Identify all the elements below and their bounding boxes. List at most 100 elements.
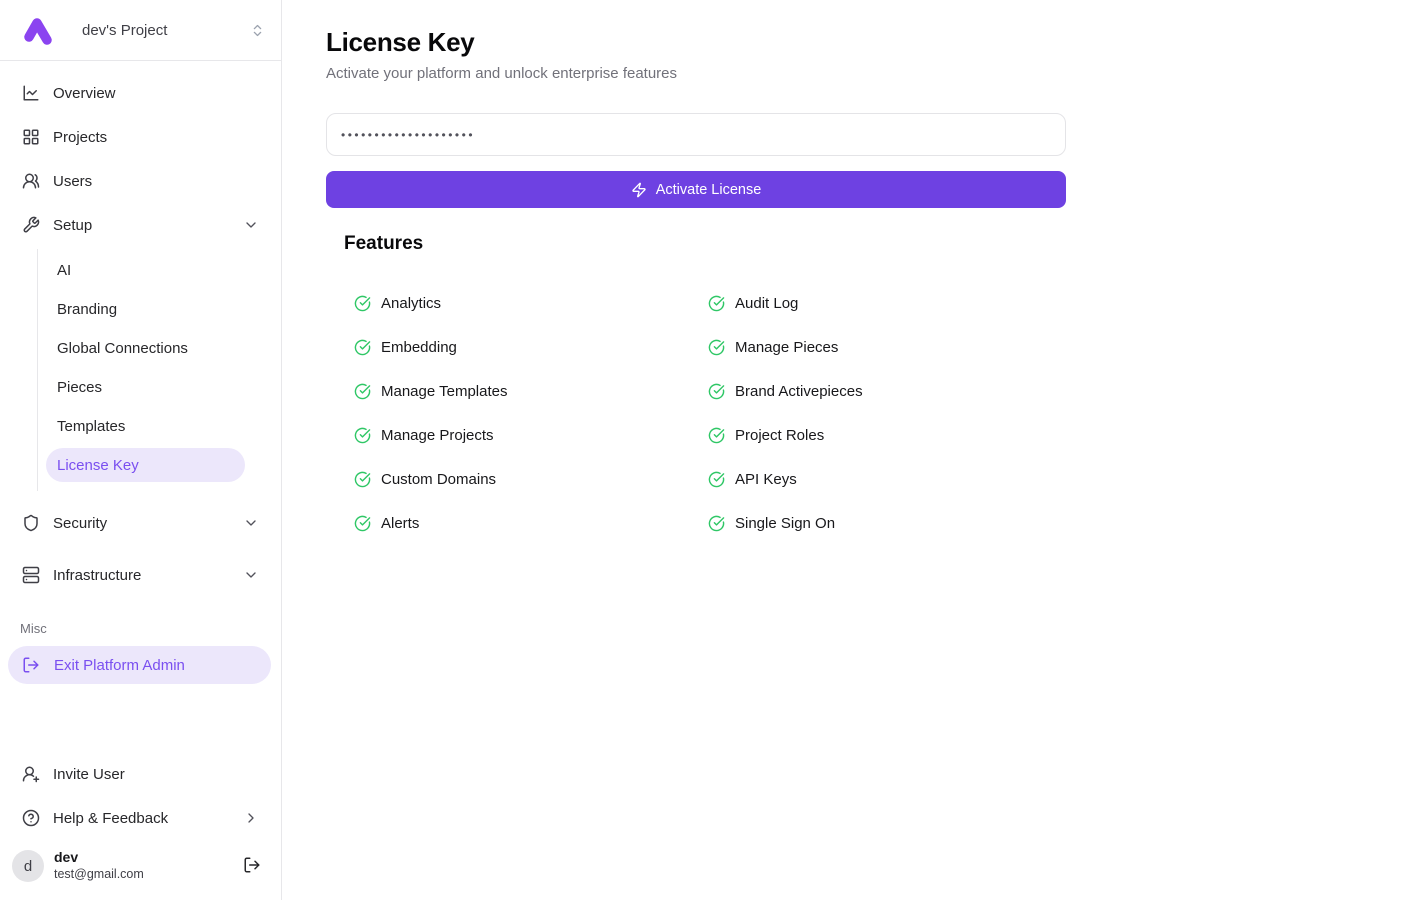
check-circle-icon	[708, 427, 725, 444]
invite-user-button[interactable]: Invite User	[10, 754, 271, 794]
user-name: dev	[54, 849, 229, 867]
activate-license-button[interactable]: Activate License	[326, 171, 1066, 208]
server-icon	[22, 566, 40, 584]
feature-label: Analytics	[381, 295, 441, 312]
features-grid: Analytics Audit Log Embedding Manage Pie…	[326, 281, 1066, 545]
users-icon	[22, 172, 40, 190]
sidebar-item-label: Projects	[53, 129, 107, 146]
feature-manage-projects: Manage Projects	[354, 413, 708, 457]
sub-item-label: Branding	[57, 301, 117, 318]
sidebar-item-security[interactable]: Security	[10, 503, 271, 543]
check-circle-icon	[354, 427, 371, 444]
feature-label: Single Sign On	[735, 515, 835, 532]
check-circle-icon	[708, 295, 725, 312]
invite-user-label: Invite User	[53, 766, 125, 783]
check-circle-icon	[354, 339, 371, 356]
feature-audit-log: Audit Log	[708, 281, 1066, 325]
misc-section-label: Misc	[20, 621, 281, 636]
feature-custom-domains: Custom Domains	[354, 457, 708, 501]
features-title: Features	[326, 233, 1066, 255]
feature-label: Manage Templates	[381, 383, 507, 400]
sub-item-label: AI	[57, 262, 71, 279]
check-circle-icon	[708, 471, 725, 488]
app-window: dev's Project Overview Projects Users Se…	[0, 0, 1420, 900]
project-name: dev's Project	[82, 22, 250, 39]
check-circle-icon	[354, 471, 371, 488]
user-email: test@gmail.com	[54, 867, 229, 883]
logout-button[interactable]	[239, 852, 265, 881]
feature-label: Manage Pieces	[735, 339, 838, 356]
zap-icon	[631, 182, 647, 198]
feature-embedding: Embedding	[354, 325, 708, 369]
sidebar-item-label: Setup	[53, 217, 92, 234]
chevron-right-icon	[243, 810, 259, 826]
check-circle-icon	[708, 515, 725, 532]
help-feedback-label: Help & Feedback	[53, 810, 168, 827]
sidebar-item-templates[interactable]: Templates	[38, 407, 261, 446]
feature-label: Manage Projects	[381, 427, 494, 444]
license-key-input[interactable]	[326, 113, 1066, 156]
sub-item-label: Pieces	[57, 379, 102, 396]
grid-icon	[22, 128, 40, 146]
wrench-icon	[22, 216, 40, 234]
sidebar-spacer	[0, 684, 281, 754]
sidebar-footer: Invite User Help & Feedback d dev test@g…	[0, 754, 281, 900]
activate-license-label: Activate License	[656, 182, 762, 198]
main-content: License Key Activate your platform and u…	[282, 0, 1420, 900]
chevron-down-icon	[243, 567, 259, 583]
feature-label: Alerts	[381, 515, 419, 532]
sidebar-item-users[interactable]: Users	[10, 161, 271, 201]
sub-item-label: Templates	[57, 418, 125, 435]
sidebar-nav: Overview Projects Users Setup AI Brandin…	[0, 61, 281, 599]
log-out-icon	[243, 856, 261, 874]
sidebar-item-global-connections[interactable]: Global Connections	[38, 329, 261, 368]
feature-label: Brand Activepieces	[735, 383, 863, 400]
page-subtitle: Activate your platform and unlock enterp…	[326, 65, 1420, 82]
check-circle-icon	[354, 383, 371, 400]
feature-api-keys: API Keys	[708, 457, 1066, 501]
sidebar-item-label: Overview	[53, 85, 116, 102]
feature-manage-templates: Manage Templates	[354, 369, 708, 413]
log-out-icon	[22, 656, 40, 674]
sidebar: dev's Project Overview Projects Users Se…	[0, 0, 282, 900]
feature-analytics: Analytics	[354, 281, 708, 325]
sidebar-item-infrastructure[interactable]: Infrastructure	[10, 555, 271, 595]
sidebar-item-license-key[interactable]: License Key	[46, 448, 245, 482]
check-circle-icon	[708, 339, 725, 356]
exit-platform-admin-button[interactable]: Exit Platform Admin	[8, 646, 271, 684]
feature-label: API Keys	[735, 471, 797, 488]
page-title: License Key	[326, 27, 1420, 58]
feature-brand-activepieces: Brand Activepieces	[708, 369, 1066, 413]
help-feedback-button[interactable]: Help & Feedback	[10, 798, 271, 838]
setup-submenu: AI Branding Global Connections Pieces Te…	[37, 249, 261, 491]
feature-label: Audit Log	[735, 295, 798, 312]
feature-manage-pieces: Manage Pieces	[708, 325, 1066, 369]
feature-label: Custom Domains	[381, 471, 496, 488]
project-selector[interactable]: dev's Project	[0, 0, 281, 61]
user-plus-icon	[22, 765, 40, 783]
sidebar-item-branding[interactable]: Branding	[38, 290, 261, 329]
sub-item-label: License Key	[57, 457, 139, 474]
avatar: d	[12, 850, 44, 882]
sidebar-item-setup[interactable]: Setup	[10, 205, 271, 245]
line-chart-icon	[22, 84, 40, 102]
help-circle-icon	[22, 809, 40, 827]
sidebar-item-label: Security	[53, 515, 107, 532]
sidebar-item-pieces[interactable]: Pieces	[38, 368, 261, 407]
check-circle-icon	[354, 295, 371, 312]
sidebar-item-ai[interactable]: AI	[38, 251, 261, 290]
sub-item-label: Global Connections	[57, 340, 188, 357]
sidebar-item-projects[interactable]: Projects	[10, 117, 271, 157]
check-circle-icon	[354, 515, 371, 532]
feature-single-sign-on: Single Sign On	[708, 501, 1066, 545]
sidebar-item-label: Users	[53, 173, 92, 190]
feature-alerts: Alerts	[354, 501, 708, 545]
features-section: Features Analytics Audit Log Embedding M…	[326, 233, 1066, 545]
chevron-down-icon	[243, 217, 259, 233]
sidebar-item-overview[interactable]: Overview	[10, 73, 271, 113]
user-account-row[interactable]: d dev test@gmail.com	[10, 842, 271, 890]
user-meta: dev test@gmail.com	[54, 849, 229, 882]
feature-label: Embedding	[381, 339, 457, 356]
feature-project-roles: Project Roles	[708, 413, 1066, 457]
chevrons-up-down-icon	[250, 23, 265, 38]
